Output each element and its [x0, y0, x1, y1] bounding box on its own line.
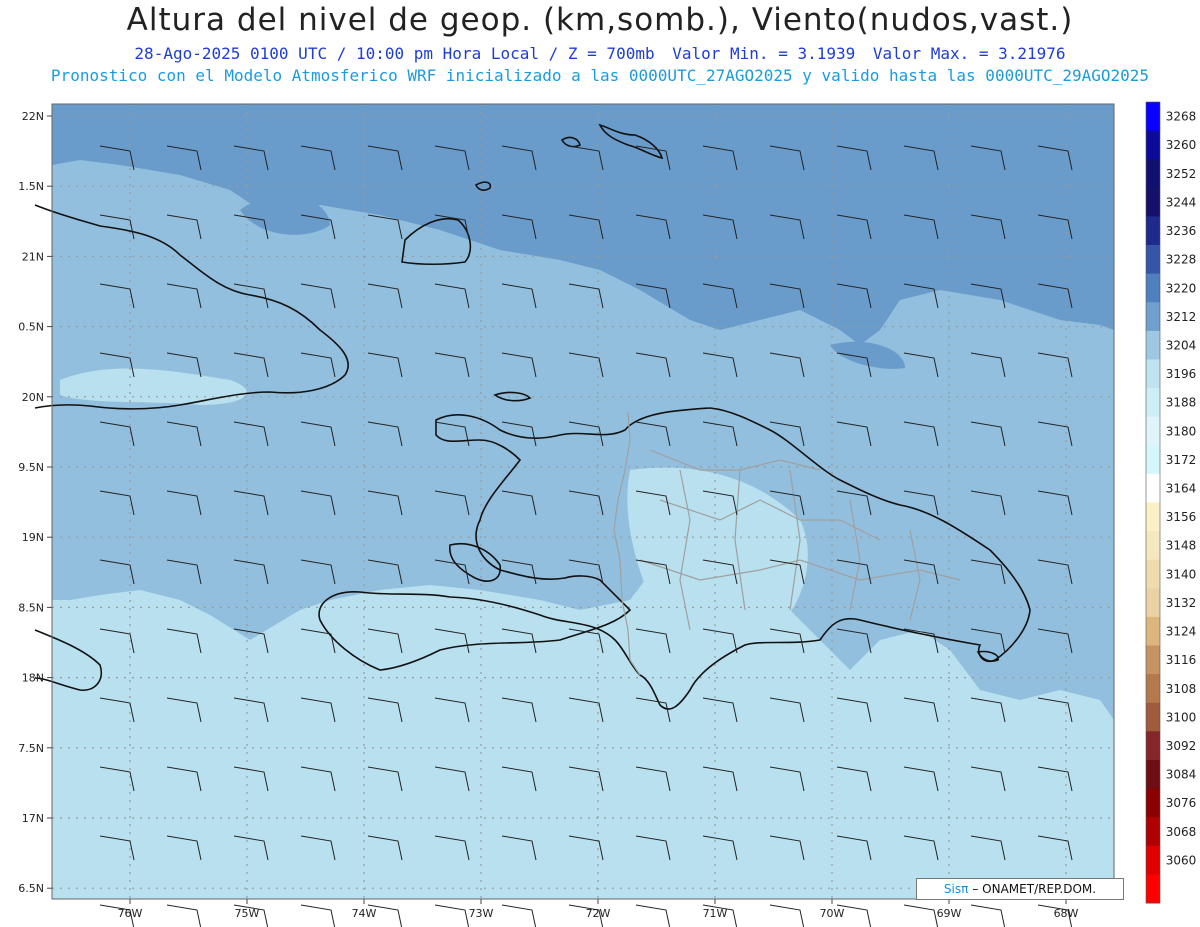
colorbar-swatch	[1146, 531, 1160, 561]
lat-label: 9.5N	[18, 461, 44, 474]
colorbar-swatch	[1146, 245, 1160, 275]
colorbar-swatch	[1146, 674, 1160, 704]
geopotential-map: 76W 75W 74W 73W 72W 71W 70W 69W 68W 22N 1.5N 21N 0.…	[18, 101, 1197, 927]
colorbar-label: 3204	[1166, 338, 1197, 352]
colorbar-label: 3148	[1166, 539, 1197, 553]
colorbar-label: 3180	[1166, 424, 1197, 438]
colorbar-label: 3140	[1166, 567, 1197, 581]
colorbar-label: 3172	[1166, 453, 1197, 467]
lon-label: 73W	[469, 907, 494, 920]
field-layer	[52, 104, 1114, 899]
lon-label: 76W	[118, 907, 143, 920]
colorbar-label: 3196	[1166, 367, 1197, 381]
colorbar-swatch	[1146, 731, 1160, 761]
colorbar-swatch	[1146, 416, 1160, 446]
colorbar-swatch	[1146, 588, 1160, 618]
lat-label: 6.5N	[18, 882, 44, 895]
colorbar-swatch	[1146, 273, 1160, 303]
colorbar-label: 3060	[1166, 853, 1197, 867]
lat-label: 17N	[22, 812, 44, 825]
wind-barb	[903, 904, 939, 927]
wind-barb	[434, 904, 470, 927]
lon-label: 68W	[1054, 907, 1079, 920]
colorbar-swatch	[1146, 645, 1160, 675]
colorbar-swatch	[1146, 845, 1160, 875]
wind-barb	[635, 904, 671, 927]
colorbar-swatch	[1146, 216, 1160, 246]
colorbar-label: 3228	[1166, 253, 1197, 267]
colorbar-swatch	[1146, 302, 1160, 332]
credit-org: – ONAMET/REP.DOM.	[972, 882, 1097, 896]
colorbar-swatch	[1146, 159, 1160, 189]
lat-label: 0.5N	[18, 321, 44, 334]
colorbar-swatch	[1146, 874, 1160, 904]
lon-label: 75W	[235, 907, 260, 920]
lon-label: 70W	[820, 907, 845, 920]
colorbar-label: 3244	[1166, 195, 1197, 209]
colorbar-swatch	[1146, 102, 1160, 132]
colorbar-label: 3132	[1166, 596, 1197, 610]
colorbar-label: 3236	[1166, 224, 1197, 238]
colorbar: 3268 3260 3252 3244 3236 3228 3220 3212 3204 3196…	[1145, 101, 1197, 904]
colorbar-swatch	[1146, 502, 1160, 532]
colorbar-label: 3108	[1166, 682, 1197, 696]
colorbar-swatch	[1146, 445, 1160, 475]
colorbar-label: 3076	[1166, 796, 1197, 810]
colorbar-swatch	[1146, 616, 1160, 647]
lat-label: 22N	[22, 110, 44, 123]
colorbar-label: 3068	[1166, 825, 1197, 839]
latitude-labels: 22N 1.5N 21N 0.5N 20N 9.5N 19N 8.5N 18N 7.5N 17N 6.…	[18, 110, 52, 895]
colorbar-label: 3084	[1166, 768, 1197, 782]
lon-label: 72W	[586, 907, 611, 920]
colorbar-swatch	[1146, 473, 1160, 503]
colorbar-label: 3092	[1166, 739, 1197, 753]
lat-label: 8.5N	[18, 601, 44, 614]
colorbar-swatch	[1146, 330, 1160, 360]
lat-label: 20N	[22, 391, 44, 404]
colorbar-label: 3220	[1166, 281, 1197, 295]
lon-label: 69W	[937, 907, 962, 920]
colorbar-label: 3188	[1166, 396, 1197, 410]
colorbar-label: 3252	[1166, 167, 1197, 181]
colorbar-label: 3260	[1166, 138, 1197, 152]
colorbar-swatch	[1146, 817, 1160, 847]
colorbar-swatch	[1146, 187, 1160, 217]
lat-label: 18N	[22, 672, 44, 685]
wind-barb	[501, 904, 537, 927]
colorbar-swatch	[1146, 130, 1160, 160]
colorbar-label: 3268	[1166, 110, 1197, 124]
colorbar-swatch	[1146, 559, 1160, 589]
colorbar-swatch	[1146, 702, 1160, 732]
credit-brand: Sisπ	[943, 882, 969, 896]
colorbar-swatch	[1146, 788, 1160, 818]
wind-barb	[970, 904, 1006, 927]
colorbar-swatch	[1146, 388, 1160, 418]
lat-label: 7.5N	[18, 742, 44, 755]
colorbar-swatch	[1146, 359, 1160, 389]
wind-barb	[300, 904, 336, 927]
wind-barb	[166, 904, 202, 927]
lat-label: 21N	[22, 250, 44, 263]
wind-barb	[769, 904, 805, 927]
lat-label: 1.5N	[18, 180, 44, 193]
colorbar-label: 3100	[1166, 710, 1197, 724]
credit-box: Sisπ – ONAMET/REP.DOM.	[916, 878, 1124, 900]
colorbar-label: 3124	[1166, 625, 1197, 639]
colorbar-label: 3164	[1166, 482, 1197, 496]
lon-label: 71W	[703, 907, 728, 920]
lat-label: 19N	[22, 531, 44, 544]
colorbar-swatch	[1146, 759, 1160, 790]
colorbar-label: 3116	[1166, 653, 1197, 667]
lon-label: 74W	[352, 907, 377, 920]
colorbar-label: 3156	[1166, 510, 1197, 524]
colorbar-label: 3212	[1166, 310, 1197, 324]
